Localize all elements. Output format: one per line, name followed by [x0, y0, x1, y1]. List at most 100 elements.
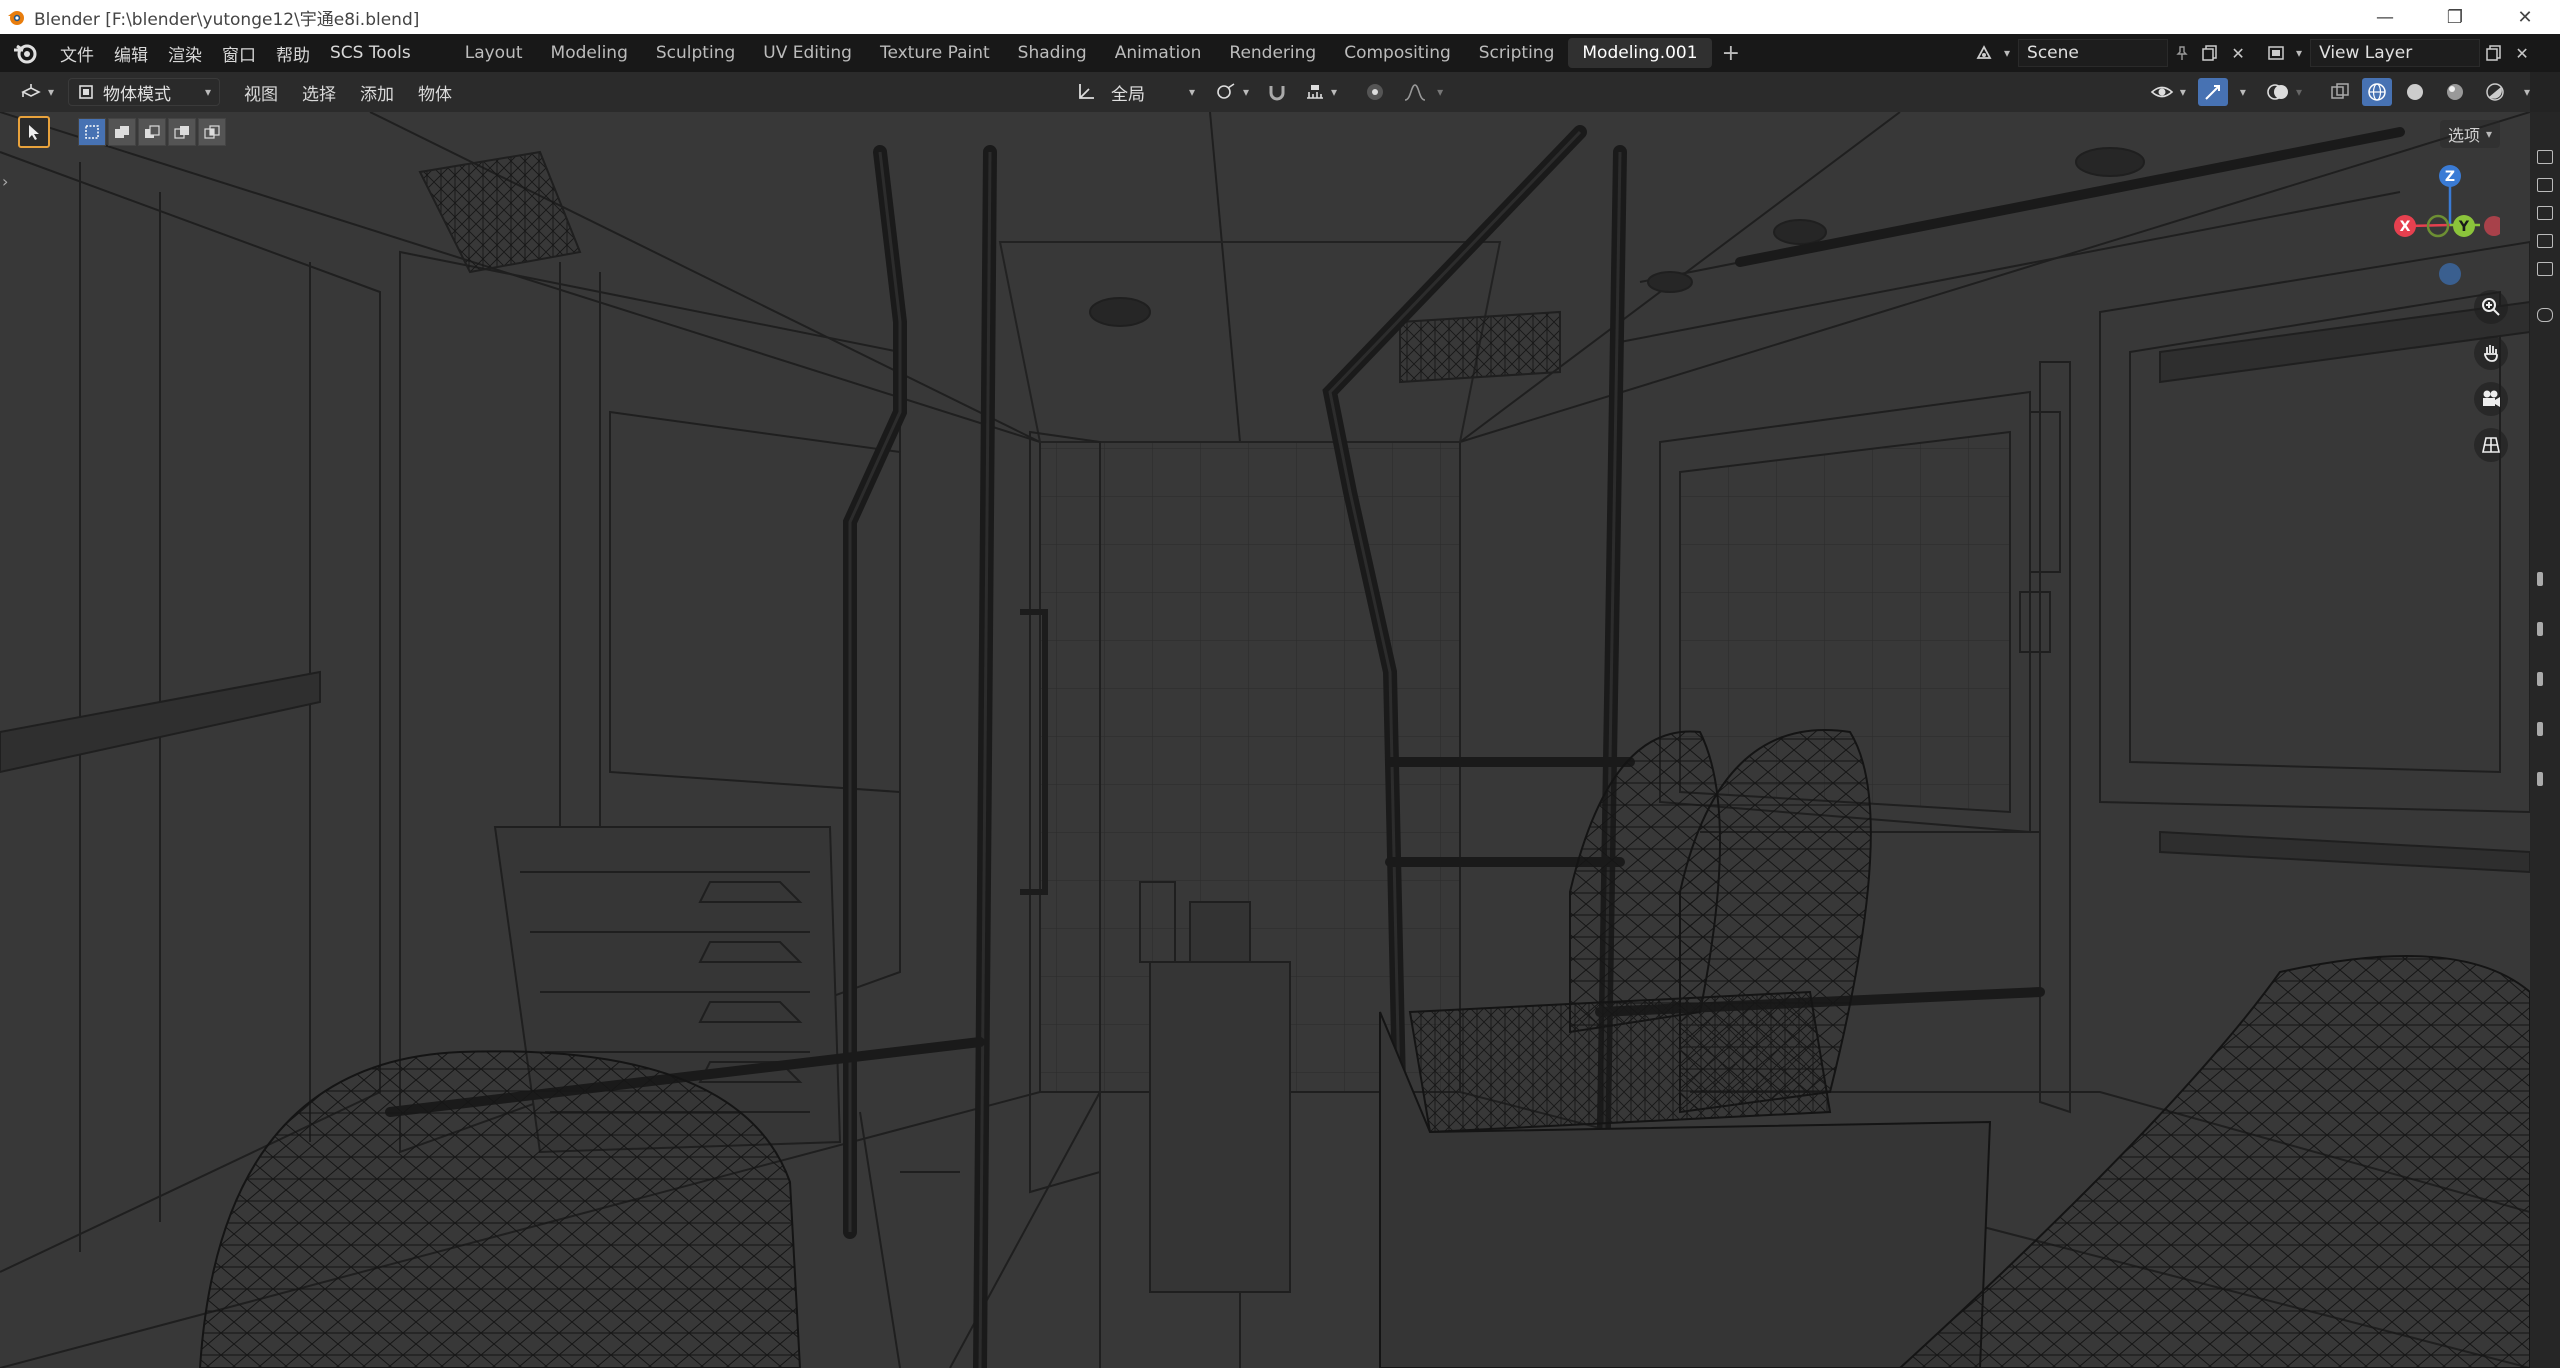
outliner-edge-icon[interactable]: [2537, 234, 2553, 248]
magnet-icon: [1269, 86, 1285, 101]
chevron-down-icon: ▾: [2486, 127, 2493, 141]
select-extend-mode[interactable]: [108, 118, 136, 146]
snap-target-button[interactable]: ▾: [1299, 77, 1343, 107]
solid-sphere-icon: [2406, 84, 2423, 100]
tab-modeling[interactable]: Modeling: [537, 38, 642, 68]
sidebar-tab-marker[interactable]: [2537, 772, 2543, 786]
xray-toggle[interactable]: [2324, 77, 2356, 107]
restore-icon[interactable]: ❐: [2420, 0, 2490, 34]
sidebar-tab-marker[interactable]: [2537, 572, 2543, 586]
axis-neg-z-icon[interactable]: [2439, 263, 2461, 285]
pan-button[interactable]: [2474, 336, 2508, 370]
chevron-down-icon[interactable]: ▾: [2240, 85, 2246, 99]
menu-scs-tools[interactable]: SCS Tools: [320, 34, 421, 72]
menu-edit[interactable]: 编辑: [104, 34, 158, 72]
outliner-edge-icon[interactable]: [2537, 178, 2553, 192]
tab-scripting[interactable]: Scripting: [1465, 38, 1569, 68]
sidebar-tabs-strip: [2530, 112, 2560, 1368]
sidebar-tab-marker[interactable]: [2537, 722, 2543, 736]
mode-dropdown[interactable]: 物体模式 ▾: [68, 78, 221, 106]
zoom-icon: [2482, 298, 2500, 316]
chevron-down-icon: ▾: [2179, 85, 2186, 99]
menu-object[interactable]: 物体: [406, 80, 464, 105]
title-bar: Blender [F:\blender\yutonge12\宇通e8i.blen…: [0, 0, 2560, 34]
menu-add[interactable]: 添加: [348, 80, 406, 105]
sidebar-tab-marker[interactable]: [2537, 672, 2543, 686]
scene-name-field[interactable]: Scene: [2018, 39, 2169, 67]
tab-rendering[interactable]: Rendering: [1215, 38, 1330, 68]
falloff-curve-icon: [1404, 84, 1426, 101]
close-icon[interactable]: ✕: [2490, 0, 2560, 34]
select-subtract-mode[interactable]: [138, 118, 166, 146]
select-new-mode[interactable]: [78, 118, 106, 146]
select-invert-mode[interactable]: [168, 118, 196, 146]
editor-type-button[interactable]: ▾: [14, 77, 60, 107]
zoom-button[interactable]: [2474, 290, 2508, 324]
outliner-edge-icon[interactable]: [2537, 150, 2553, 164]
options-dropdown[interactable]: 选项 ▾: [2440, 120, 2501, 148]
pin-icon[interactable]: [2168, 39, 2196, 67]
orientation-dropdown[interactable]: 全局 ▾: [1103, 78, 1203, 106]
add-workspace-button[interactable]: +: [1712, 41, 1750, 66]
gizmo-toggle[interactable]: [2197, 78, 2228, 106]
menu-select[interactable]: 选择: [290, 80, 348, 105]
select-tool-button[interactable]: [18, 116, 50, 148]
falloff-button[interactable]: ▾: [1397, 77, 1449, 107]
view-layer-icon[interactable]: [2262, 39, 2290, 67]
menu-render[interactable]: 渲染: [158, 34, 212, 72]
tab-texture-paint[interactable]: Texture Paint: [866, 38, 1004, 68]
axis-neg-x-icon[interactable]: [2484, 216, 2500, 236]
new-scene-icon[interactable]: [2196, 39, 2224, 67]
overlays-toggle[interactable]: ▾: [2260, 77, 2308, 107]
select-intersect-mode[interactable]: [198, 118, 226, 146]
visibility-button[interactable]: ▾: [2144, 77, 2192, 107]
view-layer-name: View Layer: [2319, 43, 2413, 63]
shading-material[interactable]: [2438, 77, 2472, 107]
menu-file[interactable]: 文件: [50, 34, 104, 72]
select-invert-icon: [174, 126, 189, 139]
object-mode-icon: [79, 85, 93, 99]
tab-shading[interactable]: Shading: [1004, 38, 1101, 68]
tab-sculpting[interactable]: Sculpting: [642, 38, 749, 68]
tab-compositing[interactable]: Compositing: [1330, 38, 1465, 68]
outliner-edge-icon[interactable]: [2537, 206, 2553, 220]
3d-viewport[interactable]: ›: [0, 112, 2530, 1368]
minimize-icon[interactable]: —: [2350, 0, 2420, 34]
toolbar-expand-icon[interactable]: ›: [2, 172, 8, 191]
view-layer-field[interactable]: View Layer: [2310, 39, 2481, 67]
scene-icon[interactable]: [1970, 39, 1998, 67]
menu-view[interactable]: 视图: [232, 80, 290, 105]
blender-menu-icon[interactable]: [10, 38, 40, 68]
pivot-point-button[interactable]: ▾: [1209, 77, 1255, 107]
sidebar-tab-marker[interactable]: [2537, 622, 2543, 636]
snap-toggle[interactable]: [1261, 77, 1293, 107]
camera-view-button[interactable]: [2474, 382, 2508, 416]
shading-wireframe[interactable]: [2361, 78, 2392, 106]
tab-layout[interactable]: Layout: [451, 38, 537, 68]
new-view-layer-icon[interactable]: [2480, 39, 2508, 67]
perspective-toggle-button[interactable]: [2474, 428, 2508, 462]
navigation-gizmo[interactable]: Z X Y: [2380, 160, 2500, 290]
outliner-edge-icon[interactable]: [2537, 262, 2553, 276]
camera-icon: [2483, 390, 2500, 407]
menu-window[interactable]: 窗口: [212, 34, 266, 72]
cursor-arrow-icon: [29, 125, 39, 140]
tab-animation[interactable]: Animation: [1101, 38, 1216, 68]
tab-uv-editing[interactable]: UV Editing: [749, 38, 866, 68]
proportional-edit-toggle[interactable]: [1359, 77, 1391, 107]
mode-label: 物体模式: [103, 84, 172, 105]
gizmo-icon: [2205, 85, 2220, 100]
shading-rendered[interactable]: [2478, 77, 2512, 107]
delete-view-layer-icon[interactable]: ✕: [2508, 39, 2536, 67]
properties-edge-icon[interactable]: [2537, 308, 2553, 322]
chevron-down-icon: ▾: [48, 85, 55, 99]
shading-solid[interactable]: [2398, 77, 2432, 107]
delete-scene-icon[interactable]: ✕: [2224, 39, 2252, 67]
chevron-down-icon[interactable]: ▾: [2296, 46, 2302, 60]
tool-settings: [18, 116, 226, 148]
tab-modeling-001[interactable]: Modeling.001: [1568, 38, 1712, 68]
chevron-down-icon[interactable]: ▾: [2004, 46, 2010, 60]
menu-help[interactable]: 帮助: [266, 34, 320, 72]
scene-selector: ▾ Scene ✕ ▾ View Layer ✕: [1970, 38, 2536, 68]
chevron-down-icon: ▾: [1243, 85, 1250, 99]
